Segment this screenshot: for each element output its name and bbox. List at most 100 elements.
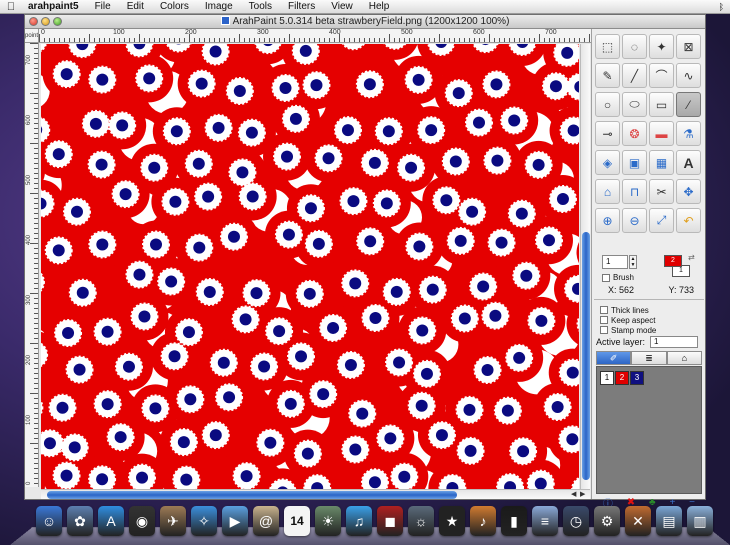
tab-layer-stamp[interactable]: ⌂ <box>666 351 702 365</box>
window-titlebar[interactable]: ArahPaint 5.0.314 beta strawberyField.pn… <box>25 15 705 29</box>
window-close-button[interactable] <box>29 17 38 26</box>
timemachine-icon[interactable]: ◷ <box>563 506 589 536</box>
system-prefs-icon[interactable]: ⚙ <box>594 506 620 536</box>
arahpaint-icon[interactable]: ✿ <box>67 506 93 536</box>
line-tool-button[interactable]: ╱ <box>622 63 647 88</box>
navy-dot <box>116 119 129 132</box>
menu-tools[interactable]: Tools <box>241 0 280 14</box>
ruler-tick <box>34 458 38 459</box>
calendar-icon[interactable]: 14 <box>284 506 310 536</box>
scroll-left-arrow-icon[interactable]: ◀ <box>571 490 576 498</box>
window-zoom-button[interactable] <box>53 17 62 26</box>
navy-dot <box>177 436 190 449</box>
menu-app[interactable]: arahpaint5 <box>22 0 87 14</box>
zoom-in-tool-button[interactable]: ⊕ <box>595 208 620 233</box>
fill-tool-button[interactable]: ◈ <box>595 150 620 175</box>
tab-layer-stack[interactable]: ≣ <box>631 351 667 365</box>
menu-image[interactable]: Image <box>197 0 241 14</box>
bluetooth-icon[interactable]: ᛒ <box>719 2 724 12</box>
keep-aspect-checkbox[interactable] <box>600 316 608 324</box>
zoom-out-tool-button[interactable]: ⊖ <box>622 208 647 233</box>
layer-chip[interactable]: 3 <box>630 371 644 385</box>
ellipse-tool-button[interactable]: ⬭ <box>622 92 647 117</box>
navy-dot <box>440 194 453 207</box>
brush-option[interactable]: Brush <box>602 273 634 282</box>
finder-icon[interactable]: ☺ <box>36 506 62 536</box>
dashboard-icon[interactable]: ◉ <box>129 506 155 536</box>
scroll-right-arrow-icon[interactable]: ▶ <box>580 490 585 498</box>
magic-wand-tool-button[interactable]: ✦ <box>649 34 674 59</box>
undo-tool-button[interactable]: ↶ <box>676 208 701 233</box>
layer-chip[interactable]: 2 <box>615 371 629 385</box>
vertical-scroll-thumb[interactable] <box>582 232 590 480</box>
polyline-tool-button[interactable]: ⌒ <box>649 63 674 88</box>
image-canvas[interactable] <box>41 44 579 489</box>
menu-colors[interactable]: Colors <box>152 0 197 14</box>
brush-checkbox[interactable] <box>602 273 610 282</box>
photobooth-icon[interactable]: ◼ <box>377 506 403 536</box>
terminal-icon[interactable]: ▮ <box>501 506 527 536</box>
menu-view[interactable]: View <box>323 0 361 14</box>
ruler-tick <box>454 38 455 42</box>
horizontal-scrollbar[interactable]: ◀ ▶ <box>41 489 590 499</box>
brush-size-stepper[interactable]: ▲ ▼ <box>629 255 637 269</box>
imovie-icon[interactable]: ★ <box>439 506 465 536</box>
brush-size-field[interactable]: 1 <box>602 255 628 269</box>
circle-tool-button[interactable]: ○ <box>595 92 620 117</box>
preview-icon[interactable]: ✈ <box>160 506 186 536</box>
layer-list[interactable]: 123 <box>596 366 702 494</box>
move-tool-button[interactable]: ✥ <box>676 179 701 204</box>
mosaic-tool-button[interactable]: ▦ <box>649 150 674 175</box>
clone-tool-button[interactable]: ❂ <box>622 121 647 146</box>
menu-file[interactable]: File <box>87 0 119 14</box>
bucket-tool-button[interactable]: ⚗ <box>676 121 701 146</box>
safari-icon[interactable]: ✧ <box>191 506 217 536</box>
scissors-tool-button[interactable]: ✂ <box>649 179 674 204</box>
thick-lines-option[interactable]: Thick lines <box>600 305 656 315</box>
stamp-brush-tool-button[interactable]: ⊓ <box>622 179 647 204</box>
stamp-mode-checkbox[interactable] <box>600 326 608 334</box>
menu-filters[interactable]: Filters <box>280 0 323 14</box>
lasso-tool-button[interactable]: ◌ <box>622 34 647 59</box>
thick-lines-checkbox[interactable] <box>600 306 608 314</box>
ruler-tick <box>114 38 115 42</box>
curve-tool-button[interactable]: ∿ <box>676 63 701 88</box>
apple-menu-icon[interactable]:  <box>0 1 22 13</box>
pencil-tool-button[interactable]: ✎ <box>595 63 620 88</box>
mail-icon[interactable]: @ <box>253 506 279 536</box>
garageband-icon[interactable]: ♪ <box>470 506 496 536</box>
folder-icon[interactable]: ▤ <box>656 506 682 536</box>
window-minimize-button[interactable] <box>41 17 50 26</box>
eyedropper-tool-button[interactable]: ⊸ <box>595 121 620 146</box>
brush-tool-button[interactable]: ⁄ <box>676 92 701 117</box>
crop-tool-button[interactable]: ⊠ <box>676 34 701 59</box>
stamp-mode-option[interactable]: Stamp mode <box>600 325 656 335</box>
xcode-icon[interactable]: ✕ <box>625 506 651 536</box>
ruler-tick <box>589 34 590 42</box>
vertical-scrollbar[interactable] <box>580 44 590 489</box>
ruler-units[interactable]: points <box>25 29 39 43</box>
downloads-icon[interactable]: ▥ <box>687 506 713 536</box>
eraser-tool-button[interactable]: ▬ <box>649 121 674 146</box>
layer-chip[interactable]: 1 <box>600 371 614 385</box>
photos-icon[interactable]: ☀ <box>315 506 341 536</box>
foreground-color-swatch[interactable]: 2 <box>664 255 682 267</box>
app-store-icon[interactable]: A <box>98 506 124 536</box>
itunes-icon[interactable]: ♫ <box>346 506 372 536</box>
horizontal-scroll-thumb[interactable] <box>47 491 457 499</box>
text-tool-button[interactable]: A <box>676 150 701 175</box>
textedit-icon[interactable]: ≡ <box>532 506 558 536</box>
active-layer-field[interactable]: 1 <box>650 336 699 348</box>
tab-layer-brush[interactable]: ✐ <box>596 351 632 365</box>
menu-edit[interactable]: Edit <box>119 0 152 14</box>
iphoto-icon[interactable]: ☼ <box>408 506 434 536</box>
facetime-icon[interactable]: ▶ <box>222 506 248 536</box>
warp-tool-button[interactable]: ⌂ <box>595 179 620 204</box>
rect-select-tool-button[interactable]: ⬚ <box>595 34 620 59</box>
fit-tool-button[interactable]: ⤢ <box>649 208 674 233</box>
keep-aspect-option[interactable]: Keep aspect <box>600 315 656 325</box>
swap-colors-icon[interactable]: ⇄ <box>688 253 695 262</box>
menu-help[interactable]: Help <box>361 0 398 14</box>
stamp-tool-button[interactable]: ▣ <box>622 150 647 175</box>
rectangle-tool-button[interactable]: ▭ <box>649 92 674 117</box>
